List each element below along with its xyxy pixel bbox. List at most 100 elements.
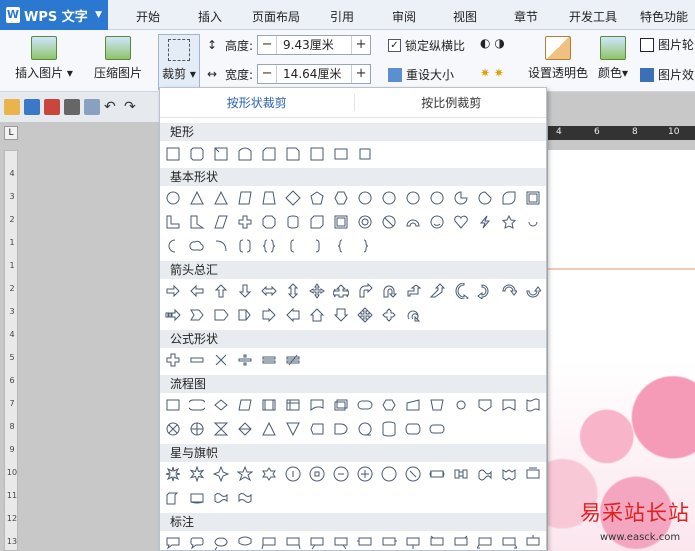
shape-flow2-4-icon[interactable]: [236, 420, 254, 438]
shape-flow-3-icon[interactable]: [212, 396, 230, 414]
shape-basic-15-icon[interactable]: [500, 189, 518, 207]
shape-flow-4-icon[interactable]: [236, 396, 254, 414]
shape-flow-5-icon[interactable]: [260, 396, 278, 414]
shape-basic-13-icon[interactable]: [452, 189, 470, 207]
tab-developer[interactable]: 开发工具: [569, 8, 617, 25]
shape-bracket-4-icon[interactable]: [236, 237, 254, 255]
export-pdf-icon[interactable]: [44, 99, 60, 115]
shape-flow2-2-icon[interactable]: [188, 420, 206, 438]
shape-arrow-16-icon[interactable]: [524, 282, 542, 300]
contrast-buttons[interactable]: ◐ ◑: [480, 36, 505, 50]
shape-star-10-icon[interactable]: [380, 465, 398, 483]
shape-star-14-icon[interactable]: [476, 465, 494, 483]
shape-basic-2-icon[interactable]: [188, 189, 206, 207]
shape-math-3-icon[interactable]: [212, 351, 230, 369]
shape-star-2-icon[interactable]: [188, 465, 206, 483]
shape-arrow-5-icon[interactable]: [260, 282, 278, 300]
shape-rect-5-icon[interactable]: [260, 145, 278, 163]
shape-bracket-3-icon[interactable]: [212, 237, 230, 255]
shape-arrow2-2-icon[interactable]: [188, 306, 206, 324]
shape-bracket-8-icon[interactable]: [332, 237, 350, 255]
shape-callout-16-icon[interactable]: [524, 534, 542, 550]
shape-flow-1-icon[interactable]: [164, 396, 182, 414]
width-stepper[interactable]: − 14.64厘米 +: [257, 64, 372, 84]
save-icon[interactable]: [24, 99, 40, 115]
undo-icon[interactable]: ↶: [104, 99, 120, 115]
shape-flow-15-icon[interactable]: [500, 396, 518, 414]
shape-basic2-12-icon[interactable]: [428, 213, 446, 231]
app-menu-button[interactable]: W WPS 文字 ▼: [0, 0, 108, 30]
shape-basic2-16-icon[interactable]: [524, 213, 542, 231]
shape-basic2-6-icon[interactable]: [284, 213, 302, 231]
shape-rect-2-icon[interactable]: [188, 145, 206, 163]
shape-arrow-15-icon[interactable]: [500, 282, 518, 300]
shape-banner-1-icon[interactable]: [164, 489, 182, 507]
brightness-buttons[interactable]: ✷ ✷: [480, 66, 504, 80]
shape-flow2-10-icon[interactable]: [380, 420, 398, 438]
shape-callout-14-icon[interactable]: [476, 534, 494, 550]
shape-bracket-5-icon[interactable]: [260, 237, 278, 255]
tab-view[interactable]: 视图: [453, 8, 477, 25]
shape-rect-9-icon[interactable]: [356, 145, 374, 163]
shape-star-3-icon[interactable]: [212, 465, 230, 483]
shape-basic2-3-icon[interactable]: [212, 213, 230, 231]
compress-picture-button[interactable]: 压缩图片: [90, 36, 146, 81]
shape-basic-9-icon[interactable]: [356, 189, 374, 207]
shape-arrow2-3-icon[interactable]: [212, 306, 230, 324]
shape-arrow-9-icon[interactable]: [356, 282, 374, 300]
shape-callout-11-icon[interactable]: [404, 534, 422, 550]
shape-flow2-9-icon[interactable]: [356, 420, 374, 438]
shape-arrow2-4-icon[interactable]: [236, 306, 254, 324]
shape-callout-4-icon[interactable]: [236, 534, 254, 550]
shape-callout-6-icon[interactable]: [284, 534, 302, 550]
shape-basic-5-icon[interactable]: [260, 189, 278, 207]
shape-basic-11-icon[interactable]: [404, 189, 422, 207]
shape-flow-2-icon[interactable]: [188, 396, 206, 414]
shape-basic2-4-icon[interactable]: [236, 213, 254, 231]
shape-flow-14-icon[interactable]: [476, 396, 494, 414]
shape-flow-13-icon[interactable]: [452, 396, 470, 414]
shape-basic-8-icon[interactable]: [332, 189, 350, 207]
shape-callout-13-icon[interactable]: [452, 534, 470, 550]
shape-math-5-icon[interactable]: [260, 351, 278, 369]
shape-star-13-icon[interactable]: [452, 465, 470, 483]
shape-rect-4-icon[interactable]: [236, 145, 254, 163]
shape-arrow2-6-icon[interactable]: [284, 306, 302, 324]
shape-flow2-11-icon[interactable]: [404, 420, 422, 438]
shape-flow-6-icon[interactable]: [284, 396, 302, 414]
tab-features[interactable]: 特色功能: [640, 8, 688, 25]
shape-arrow-4-icon[interactable]: [236, 282, 254, 300]
shape-star-8-icon[interactable]: [332, 465, 350, 483]
shape-rect-3-icon[interactable]: [212, 145, 230, 163]
shape-flow-8-icon[interactable]: [332, 396, 350, 414]
shape-flow2-3-icon[interactable]: [212, 420, 230, 438]
shape-callout-9-icon[interactable]: [356, 534, 374, 550]
shape-basic2-2-icon[interactable]: [188, 213, 206, 231]
picture-outline-button[interactable]: 图片轮: [640, 36, 694, 53]
shape-basic-10-icon[interactable]: [380, 189, 398, 207]
shape-callout-2-icon[interactable]: [188, 534, 206, 550]
shape-math-4-icon[interactable]: [236, 351, 254, 369]
shape-arrow2-8-icon[interactable]: [332, 306, 350, 324]
shape-star-6-icon[interactable]: [284, 465, 302, 483]
shape-basic-14-icon[interactable]: [476, 189, 494, 207]
shape-basic2-11-icon[interactable]: [404, 213, 422, 231]
shape-rect-7-icon[interactable]: [308, 145, 326, 163]
shape-rect-1-icon[interactable]: [164, 145, 182, 163]
shape-callout-3-icon[interactable]: [212, 534, 230, 550]
shape-arrow2-10-icon[interactable]: [380, 306, 398, 324]
print-preview-icon[interactable]: [84, 99, 100, 115]
shape-arrow-3-icon[interactable]: [212, 282, 230, 300]
sun-increase-icon[interactable]: ✷: [480, 66, 490, 80]
shape-arrow-8-icon[interactable]: [332, 282, 350, 300]
shape-flow-16-icon[interactable]: [524, 396, 542, 414]
shape-arrow-10-icon[interactable]: [380, 282, 398, 300]
tab-page-layout[interactable]: 页面布局: [252, 8, 300, 25]
shape-arrow-11-icon[interactable]: [404, 282, 422, 300]
shape-basic2-15-icon[interactable]: [500, 213, 518, 231]
minus-icon[interactable]: −: [258, 65, 276, 83]
shape-arrow2-5-icon[interactable]: [260, 306, 278, 324]
shape-flow2-6-icon[interactable]: [284, 420, 302, 438]
shape-flow2-7-icon[interactable]: [308, 420, 326, 438]
shape-math-6-icon[interactable]: [284, 351, 302, 369]
